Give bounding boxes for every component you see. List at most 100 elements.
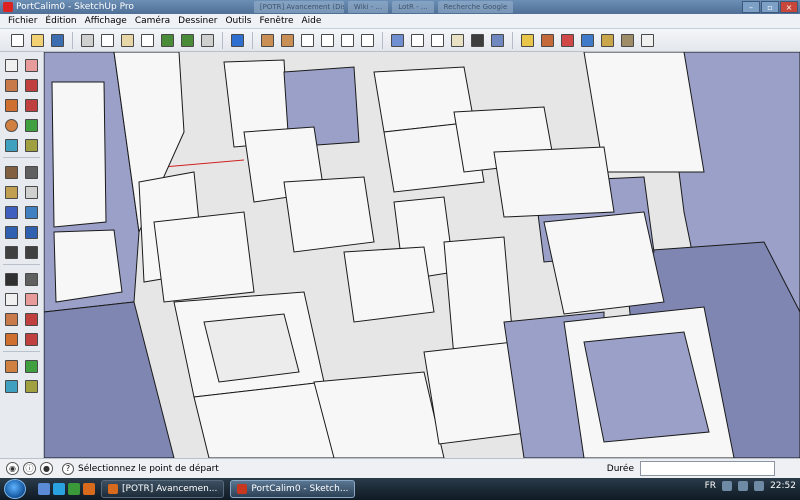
paint-bucket-tool[interactable]	[3, 76, 21, 94]
menu-outils[interactable]: Outils	[221, 16, 255, 26]
rectangle-tool[interactable]	[3, 96, 21, 114]
zoom-window-tool[interactable]	[23, 310, 41, 328]
network-icon[interactable]	[722, 481, 733, 491]
push-pull-tool[interactable]	[23, 163, 41, 181]
top-view-button[interactable]	[278, 31, 297, 50]
print-button[interactable]	[198, 31, 217, 50]
right-view-button[interactable]	[318, 31, 337, 50]
google-earth-button[interactable]	[578, 31, 597, 50]
measurements-input[interactable]	[640, 461, 775, 476]
get-models-button[interactable]	[598, 31, 617, 50]
menu-fenetre[interactable]: Fenêtre	[255, 16, 297, 26]
tape-measure-tool[interactable]	[3, 223, 21, 241]
background-tab[interactable]: Wiki - ...	[347, 1, 389, 13]
shaded-button[interactable]	[448, 31, 467, 50]
protractor-tool[interactable]	[3, 243, 21, 261]
taskbar-item[interactable]: PortCalim0 - Sketch...	[230, 480, 356, 498]
background-window-tabs: [POTR] Avancement (Discussion) ... Wiki …	[253, 1, 514, 13]
share-model-button[interactable]	[558, 31, 577, 50]
section-plane-tool[interactable]	[3, 377, 21, 395]
open-button[interactable]	[28, 31, 47, 50]
walk-tool[interactable]	[3, 357, 21, 375]
clock[interactable]: 22:52	[770, 481, 796, 491]
start-button[interactable]	[4, 479, 26, 499]
menu-fichier[interactable]: Fichier	[4, 16, 41, 26]
firefox-icon[interactable]	[83, 483, 95, 495]
tape-measure-icon	[5, 225, 19, 239]
copy-button[interactable]	[98, 31, 117, 50]
axes-tool[interactable]	[3, 270, 21, 288]
orbit-tool[interactable]	[3, 290, 21, 308]
menu-camera[interactable]: Caméra	[131, 16, 174, 26]
model-viewport[interactable]	[44, 52, 800, 458]
arc-tool[interactable]	[23, 116, 41, 134]
chrome-icon[interactable]	[68, 483, 80, 495]
erase-button[interactable]	[138, 31, 157, 50]
eraser-tool[interactable]	[23, 56, 41, 74]
paste-button[interactable]	[118, 31, 137, 50]
toolbar-separator	[512, 31, 513, 49]
3d-text-tool[interactable]	[23, 270, 41, 288]
textured-button[interactable]	[468, 31, 487, 50]
user-icon[interactable]: ●	[40, 462, 53, 475]
desktop-icon[interactable]	[38, 483, 50, 495]
menu-edition[interactable]: Édition	[41, 16, 80, 26]
help-icon[interactable]: ?	[62, 462, 74, 475]
pan-tool[interactable]	[23, 290, 41, 308]
zoom-tool[interactable]	[3, 310, 21, 328]
warehouse-button[interactable]	[538, 31, 557, 50]
minimize-button[interactable]: –	[742, 1, 760, 13]
close-button[interactable]: ×	[780, 1, 798, 13]
volume-icon[interactable]	[738, 481, 749, 491]
wireframe-button[interactable]	[408, 31, 427, 50]
follow-me-tool[interactable]	[23, 183, 41, 201]
menu-aide[interactable]: Aide	[298, 16, 326, 26]
menu-affichage[interactable]: Affichage	[81, 16, 131, 26]
move-tool[interactable]	[3, 163, 21, 181]
freehand-tool[interactable]	[23, 136, 41, 154]
previous-view-tool[interactable]	[23, 330, 41, 348]
look-around-tool[interactable]	[23, 357, 41, 375]
monochrome-button[interactable]	[488, 31, 507, 50]
geo-location-icon[interactable]: ◉	[6, 462, 19, 475]
polygon-tool[interactable]	[3, 136, 21, 154]
position-camera-tool[interactable]	[23, 377, 41, 395]
front-view-button[interactable]	[298, 31, 317, 50]
background-tab[interactable]: Recherche Google	[437, 1, 514, 13]
offset-tool[interactable]	[23, 203, 41, 221]
security-icon[interactable]	[754, 481, 765, 491]
redo-icon	[181, 33, 194, 47]
redo-button[interactable]	[178, 31, 197, 50]
dimension-tool[interactable]	[23, 223, 41, 241]
new-button[interactable]	[8, 31, 27, 50]
skype-icon[interactable]	[53, 483, 65, 495]
left-view-button[interactable]	[358, 31, 377, 50]
select-tool[interactable]	[3, 56, 21, 74]
line-tool[interactable]	[23, 96, 41, 114]
hidden-line-button[interactable]	[428, 31, 447, 50]
tool-row	[3, 243, 40, 261]
undo-button[interactable]	[158, 31, 177, 50]
language-indicator[interactable]: FR	[705, 481, 716, 491]
cut-button[interactable]	[78, 31, 97, 50]
rotate-tool[interactable]	[3, 183, 21, 201]
share-component-button[interactable]	[618, 31, 637, 50]
back-view-button[interactable]	[338, 31, 357, 50]
eraser-alt-tool[interactable]	[23, 76, 41, 94]
credits-icon[interactable]: ⓘ	[23, 462, 36, 475]
save-button[interactable]	[48, 31, 67, 50]
menu-dessiner[interactable]: Dessiner	[174, 16, 221, 26]
iso-view-button[interactable]	[258, 31, 277, 50]
background-tab[interactable]: LotR - ...	[392, 1, 434, 13]
xray-button[interactable]	[388, 31, 407, 50]
circle-tool[interactable]	[3, 116, 21, 134]
layers-button[interactable]	[638, 31, 657, 50]
components-button[interactable]	[518, 31, 537, 50]
text-tool[interactable]	[23, 243, 41, 261]
taskbar-item[interactable]: [POTR] Avancemen...	[101, 480, 225, 498]
scale-tool[interactable]	[3, 203, 21, 221]
zoom-extents-tool[interactable]	[3, 330, 21, 348]
maximize-button[interactable]: ▫	[761, 1, 779, 13]
info-button[interactable]	[228, 31, 247, 50]
background-tab[interactable]: [POTR] Avancement (Discussion) ...	[253, 1, 344, 13]
